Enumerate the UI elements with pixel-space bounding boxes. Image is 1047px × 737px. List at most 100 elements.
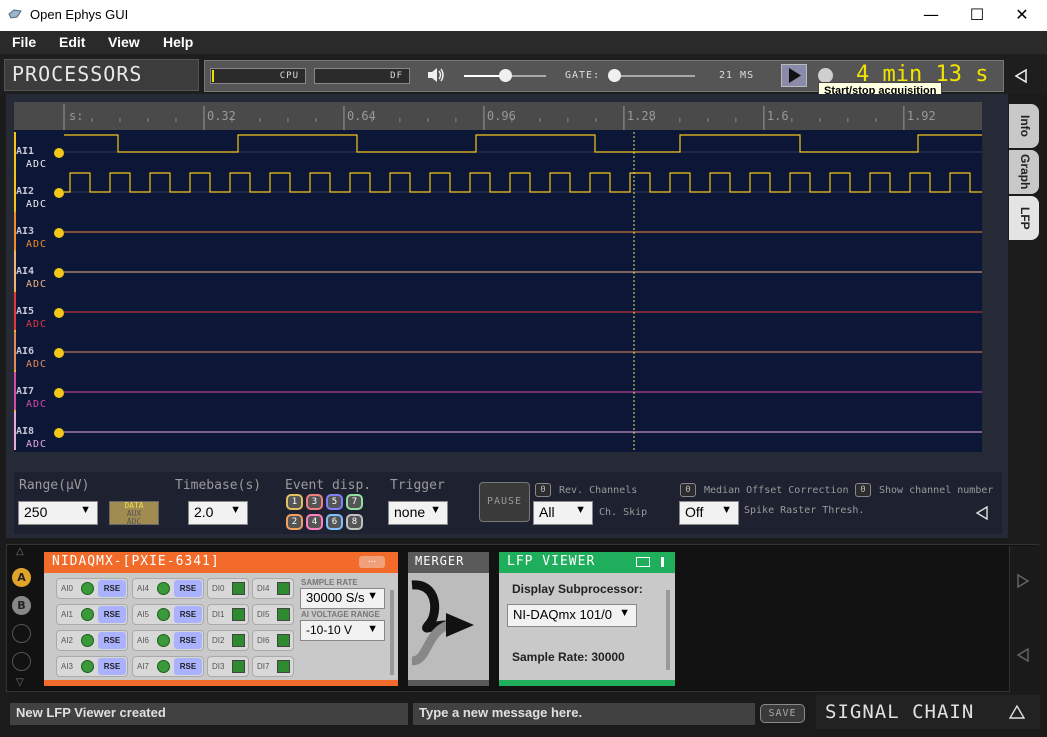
- digital-input-pin[interactable]: DI4: [252, 578, 294, 599]
- scroll-left-icon[interactable]: [1016, 647, 1030, 663]
- rse-button[interactable]: RSE: [98, 606, 126, 623]
- analog-input-pin[interactable]: AI4 RSE: [132, 578, 204, 599]
- chain-slot-a[interactable]: A: [12, 568, 31, 587]
- tab-graph[interactable]: Graph: [1009, 150, 1039, 194]
- rse-button[interactable]: RSE: [174, 632, 202, 649]
- digital-input-pin[interactable]: DI2: [207, 630, 249, 651]
- analog-input-pin[interactable]: AI0 RSE: [56, 578, 128, 599]
- channel-enable-toggle[interactable]: [54, 348, 64, 358]
- timebase-dropdown[interactable]: 2.0 ▼: [188, 501, 248, 525]
- tab-lfp[interactable]: LFP: [1009, 196, 1039, 240]
- save-message-button[interactable]: SAVE: [760, 704, 805, 723]
- channel-enable-toggle[interactable]: [54, 308, 64, 318]
- channel-enable-toggle[interactable]: [54, 428, 64, 438]
- pin-enable-toggle[interactable]: [157, 582, 170, 595]
- nidaq-editor-header[interactable]: NIDAQMX-[PXIE-6341] ...: [44, 552, 398, 573]
- channel-enable-toggle[interactable]: [54, 228, 64, 238]
- collapse-options-icon[interactable]: [975, 506, 989, 520]
- event-channel-button[interactable]: 5: [326, 494, 343, 510]
- event-channel-button[interactable]: 3: [306, 494, 323, 510]
- nidaq-menu-button[interactable]: ...: [359, 556, 385, 568]
- channel-skip-dropdown[interactable]: All ▼: [533, 501, 593, 525]
- spike-raster-dropdown[interactable]: Off ▼: [679, 501, 739, 525]
- pin-enable-toggle[interactable]: [277, 582, 290, 595]
- chevron-down-icon: ▼: [721, 504, 732, 516]
- pin-enable-toggle[interactable]: [157, 660, 170, 673]
- scroll-up-icon[interactable]: △: [16, 546, 24, 557]
- digital-input-pin[interactable]: DI1: [207, 604, 249, 625]
- channel-name: AI8: [16, 426, 35, 437]
- event-channel-button[interactable]: 8: [346, 514, 363, 530]
- channel-enable-toggle[interactable]: [54, 388, 64, 398]
- lfp-viewer-editor-header[interactable]: LFP VIEWER: [499, 552, 675, 573]
- chevron-down-icon: ▼: [619, 607, 630, 619]
- subprocessor-dropdown[interactable]: NI-DAQmx 101/0 ▼: [507, 604, 637, 627]
- pin-enable-toggle[interactable]: [81, 582, 94, 595]
- event-channel-button[interactable]: 7: [346, 494, 363, 510]
- event-channel-button[interactable]: 1: [286, 494, 303, 510]
- signal-chain-toggle[interactable]: SIGNAL CHAIN: [816, 695, 1040, 729]
- pin-enable-toggle[interactable]: [277, 660, 290, 673]
- rse-button[interactable]: RSE: [98, 580, 126, 597]
- sample-rate-dropdown[interactable]: 30000 S/s ▼: [300, 588, 385, 609]
- range-dropdown[interactable]: 250 ▼: [18, 501, 98, 525]
- trigger-dropdown[interactable]: none ▼: [388, 501, 448, 525]
- scroll-down-icon[interactable]: ▽: [16, 677, 24, 688]
- pin-enable-toggle[interactable]: [81, 608, 94, 621]
- tab-info[interactable]: Info: [1009, 104, 1039, 148]
- analog-input-pin[interactable]: AI2 RSE: [56, 630, 128, 651]
- rse-button[interactable]: RSE: [174, 580, 202, 597]
- rse-button[interactable]: RSE: [98, 658, 126, 675]
- chain-slot-b[interactable]: B: [12, 596, 31, 615]
- digital-input-pin[interactable]: DI7: [252, 656, 294, 677]
- median-offset-checkbox[interactable]: 0: [680, 483, 696, 497]
- event-channel-button[interactable]: 6: [326, 514, 343, 530]
- pause-button[interactable]: PAUSE: [479, 482, 530, 522]
- pin-enable-toggle[interactable]: [157, 634, 170, 647]
- show-channel-number-checkbox[interactable]: 0: [855, 483, 871, 497]
- chain-slot-empty[interactable]: [12, 624, 31, 643]
- analog-input-pin[interactable]: AI3 RSE: [56, 656, 128, 677]
- merger-header[interactable]: MERGER: [408, 552, 489, 573]
- pin-enable-toggle[interactable]: [81, 660, 94, 673]
- rse-button[interactable]: RSE: [174, 606, 202, 623]
- voltage-range-dropdown[interactable]: -10-10 V ▼: [300, 620, 385, 641]
- channel-type-button[interactable]: DATA AUX ADC: [109, 501, 159, 526]
- pin-enable-toggle[interactable]: [232, 660, 245, 673]
- rse-button[interactable]: RSE: [174, 658, 202, 675]
- trigger-heading: Trigger: [390, 478, 445, 493]
- pin-enable-toggle[interactable]: [81, 634, 94, 647]
- pin-enable-toggle[interactable]: [232, 582, 245, 595]
- window-icon[interactable]: [636, 557, 650, 567]
- subprocessor-label: Display Subprocessor:: [512, 582, 643, 596]
- analog-input-pin[interactable]: AI7 RSE: [132, 656, 204, 677]
- channel-enable-toggle[interactable]: [54, 268, 64, 278]
- digital-input-pin[interactable]: DI3: [207, 656, 249, 677]
- pin-enable-toggle[interactable]: [232, 634, 245, 647]
- chain-slot-empty[interactable]: [12, 652, 31, 671]
- message-input[interactable]: Type a new message here.: [413, 703, 755, 725]
- analog-input-pin[interactable]: AI6 RSE: [132, 630, 204, 651]
- pin-enable-toggle[interactable]: [277, 608, 290, 621]
- pin-enable-toggle[interactable]: [277, 634, 290, 647]
- channel-name: AI3: [16, 226, 35, 237]
- digital-input-pin[interactable]: DI6: [252, 630, 294, 651]
- rse-button[interactable]: RSE: [98, 632, 126, 649]
- tab-icon[interactable]: [661, 557, 664, 567]
- pin-enable-toggle[interactable]: [232, 608, 245, 621]
- analog-input-pin[interactable]: AI5 RSE: [132, 604, 204, 625]
- event-channel-button[interactable]: 4: [306, 514, 323, 530]
- rev-channels-checkbox[interactable]: 0: [535, 483, 551, 497]
- lfp-viewer-scrollbar[interactable]: [666, 590, 670, 670]
- digital-input-pin[interactable]: DI5: [252, 604, 294, 625]
- nidaq-scrollbar[interactable]: [390, 590, 394, 675]
- sample-rate-value: 30000 S/s: [306, 590, 365, 605]
- merger-arrow-icon[interactable]: [408, 573, 489, 680]
- analog-input-pin[interactable]: AI1 RSE: [56, 604, 128, 625]
- event-channel-button[interactable]: 2: [286, 514, 303, 530]
- digital-input-pin[interactable]: DI0: [207, 578, 249, 599]
- pin-enable-toggle[interactable]: [157, 608, 170, 621]
- channel-enable-toggle[interactable]: [54, 188, 64, 198]
- channel-enable-toggle[interactable]: [54, 148, 64, 158]
- scroll-right-icon[interactable]: [1016, 573, 1030, 589]
